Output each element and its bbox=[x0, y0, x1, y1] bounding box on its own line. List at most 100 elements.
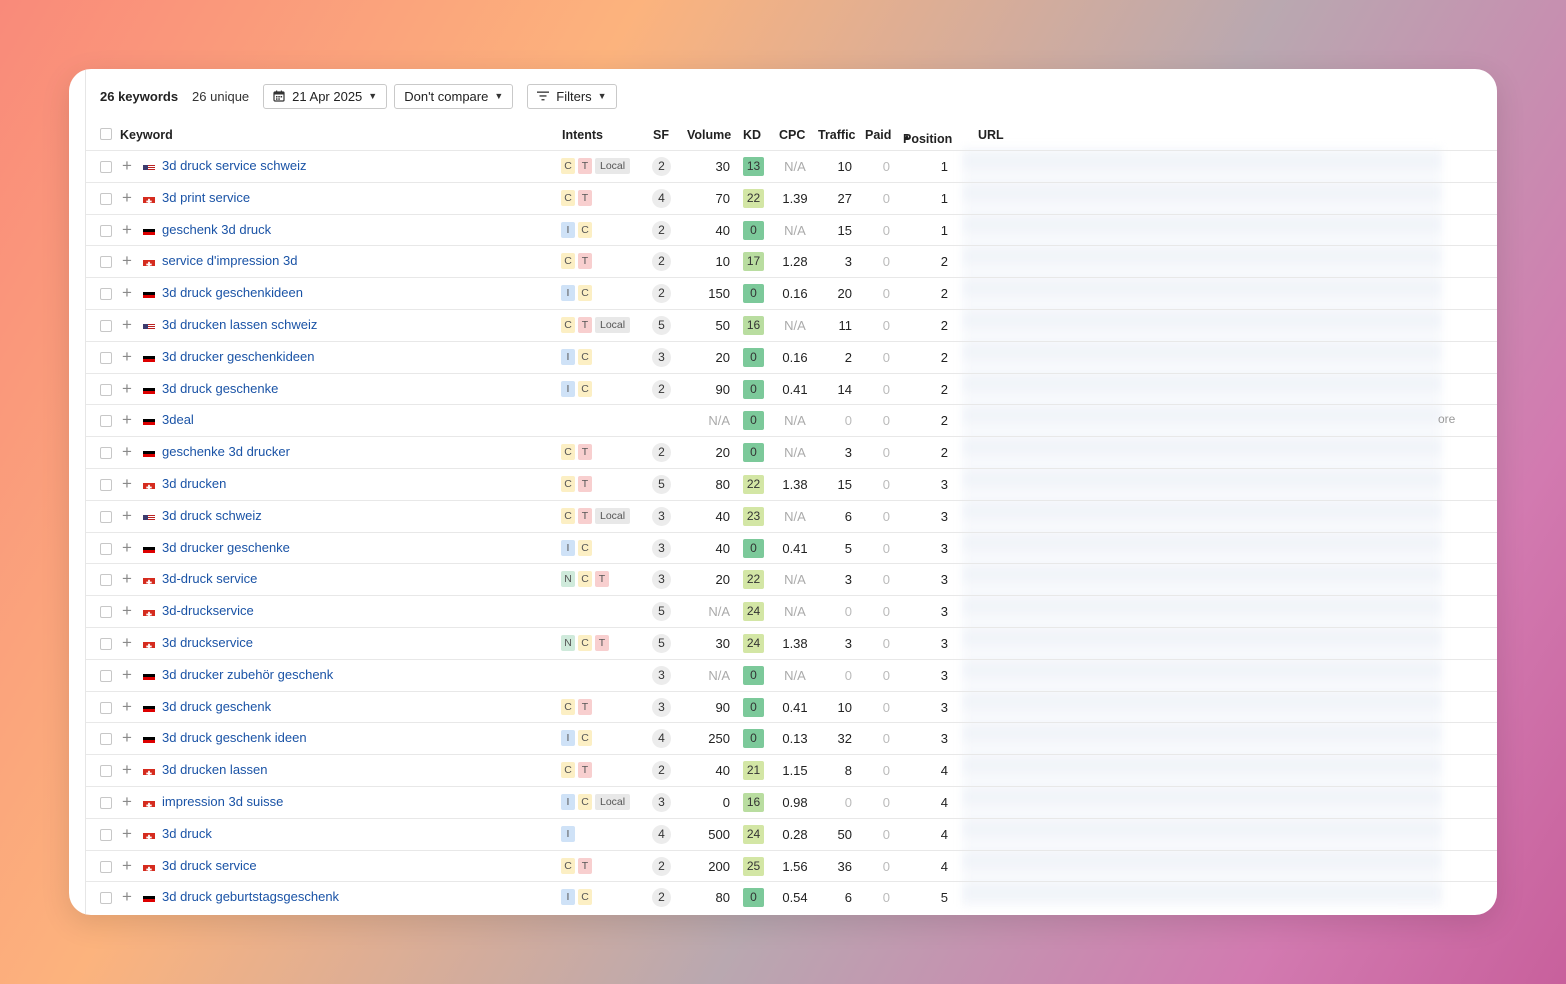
row-checkbox[interactable] bbox=[100, 574, 112, 587]
keyword-link[interactable]: geschenke 3d drucker bbox=[162, 444, 290, 459]
keyword-link[interactable]: 3d-druckservice bbox=[162, 603, 254, 618]
date-picker-button[interactable]: 21 Apr 2025 ▼ bbox=[263, 83, 388, 109]
serp-features-count[interactable]: 3 bbox=[652, 570, 671, 590]
add-keyword-icon[interactable]: + bbox=[122, 665, 132, 685]
row-checkbox[interactable] bbox=[100, 606, 112, 619]
add-keyword-icon[interactable]: + bbox=[122, 697, 132, 717]
column-intents[interactable]: Intents bbox=[562, 128, 603, 142]
add-keyword-icon[interactable]: + bbox=[122, 251, 132, 271]
serp-features-count[interactable]: 4 bbox=[652, 188, 671, 208]
serp-features-count[interactable]: 2 bbox=[652, 220, 671, 240]
add-keyword-icon[interactable]: + bbox=[122, 633, 132, 653]
column-url[interactable]: URL bbox=[978, 128, 1004, 142]
add-keyword-icon[interactable]: + bbox=[122, 728, 132, 748]
serp-features-count[interactable]: 5 bbox=[652, 316, 671, 335]
keyword-link[interactable]: 3d drucker geschenke bbox=[162, 540, 290, 555]
keyword-link[interactable]: service d'impression 3d bbox=[162, 253, 297, 268]
add-keyword-icon[interactable]: + bbox=[122, 856, 132, 876]
serp-features-count[interactable]: 2 bbox=[652, 252, 671, 272]
serp-features-count[interactable]: 2 bbox=[652, 379, 671, 399]
add-keyword-icon[interactable]: + bbox=[122, 442, 132, 462]
serp-features-count[interactable]: 3 bbox=[652, 697, 671, 717]
row-checkbox[interactable] bbox=[100, 161, 112, 173]
row-checkbox[interactable] bbox=[100, 415, 112, 428]
row-checkbox[interactable] bbox=[100, 224, 112, 237]
serp-features-count[interactable]: 5 bbox=[652, 602, 671, 622]
row-checkbox[interactable] bbox=[100, 447, 112, 460]
keyword-link[interactable]: 3deal bbox=[162, 412, 194, 427]
column-traffic[interactable]: Traffic bbox=[818, 128, 856, 142]
serp-features-count[interactable]: 2 bbox=[652, 888, 671, 908]
serp-features-count[interactable]: 3 bbox=[652, 347, 671, 367]
add-keyword-icon[interactable]: + bbox=[122, 538, 132, 558]
row-checkbox[interactable] bbox=[100, 638, 112, 650]
row-checkbox[interactable] bbox=[100, 542, 112, 555]
serp-features-count[interactable]: 3 bbox=[652, 793, 671, 812]
serp-features-count[interactable]: 2 bbox=[652, 856, 671, 876]
add-keyword-icon[interactable]: + bbox=[122, 410, 132, 430]
add-keyword-icon[interactable]: + bbox=[122, 379, 132, 399]
add-keyword-icon[interactable]: + bbox=[122, 569, 132, 589]
keyword-link[interactable]: geschenk 3d druck bbox=[162, 222, 271, 237]
row-checkbox[interactable] bbox=[100, 256, 112, 269]
keyword-link[interactable]: 3d druck schweiz bbox=[162, 508, 262, 523]
keyword-link[interactable]: 3d drucken bbox=[162, 476, 226, 491]
keyword-link[interactable]: 3d druck geschenkideen bbox=[162, 285, 303, 300]
keyword-link[interactable]: 3d drucken lassen bbox=[162, 762, 268, 777]
row-checkbox[interactable] bbox=[100, 892, 112, 905]
keyword-link[interactable]: 3d-druck service bbox=[162, 571, 257, 586]
add-keyword-icon[interactable]: + bbox=[122, 760, 132, 780]
column-volume[interactable]: Volume bbox=[687, 128, 731, 142]
add-keyword-icon[interactable]: + bbox=[122, 824, 132, 844]
compare-dropdown[interactable]: Don't compare ▼ bbox=[394, 83, 514, 109]
column-kd[interactable]: KD bbox=[743, 128, 761, 142]
row-checkbox[interactable] bbox=[100, 510, 112, 523]
add-keyword-icon[interactable]: + bbox=[122, 315, 132, 335]
keyword-link[interactable]: 3d druck bbox=[162, 826, 212, 841]
add-keyword-icon[interactable]: + bbox=[122, 283, 132, 303]
row-checkbox[interactable] bbox=[100, 701, 112, 714]
row-checkbox[interactable] bbox=[100, 733, 112, 746]
select-all-checkbox[interactable] bbox=[100, 128, 112, 140]
row-checkbox[interactable] bbox=[100, 288, 112, 301]
serp-features-count[interactable]: 3 bbox=[652, 665, 671, 685]
keyword-link[interactable]: 3d druck geschenk bbox=[162, 699, 271, 714]
row-checkbox[interactable] bbox=[100, 765, 112, 778]
serp-features-count[interactable]: 3 bbox=[652, 538, 671, 558]
column-cpc[interactable]: CPC bbox=[779, 128, 805, 142]
keyword-link[interactable]: 3d druck geschenke bbox=[162, 381, 278, 396]
row-checkbox[interactable] bbox=[100, 860, 112, 873]
serp-features-count[interactable]: 2 bbox=[652, 761, 671, 781]
keyword-link[interactable]: 3d print service bbox=[162, 190, 250, 205]
add-keyword-icon[interactable]: + bbox=[122, 792, 132, 812]
add-keyword-icon[interactable]: + bbox=[122, 156, 132, 176]
serp-features-count[interactable]: 5 bbox=[652, 475, 671, 494]
add-keyword-icon[interactable]: + bbox=[122, 506, 132, 526]
column-sf[interactable]: SF bbox=[653, 128, 669, 142]
serp-features-count[interactable]: 3 bbox=[652, 506, 671, 526]
row-checkbox[interactable] bbox=[100, 320, 112, 332]
keyword-link[interactable]: 3d drucker zubehör geschenk bbox=[162, 667, 333, 682]
keyword-link[interactable]: 3d drucken lassen schweiz bbox=[162, 317, 317, 332]
add-keyword-icon[interactable]: + bbox=[122, 220, 132, 240]
serp-features-count[interactable]: 2 bbox=[652, 443, 671, 463]
keyword-link[interactable]: 3d druckservice bbox=[162, 635, 253, 650]
row-checkbox[interactable] bbox=[100, 192, 112, 205]
serp-features-count[interactable]: 2 bbox=[652, 157, 671, 176]
keyword-link[interactable]: 3d druck service schweiz bbox=[162, 158, 307, 173]
filters-button[interactable]: Filters ▼ bbox=[527, 83, 617, 109]
column-paid[interactable]: Paid bbox=[865, 128, 891, 142]
row-checkbox[interactable] bbox=[100, 479, 112, 491]
row-checkbox[interactable] bbox=[100, 669, 112, 682]
serp-features-count[interactable]: 5 bbox=[652, 634, 671, 653]
keyword-link[interactable]: 3d druck service bbox=[162, 858, 257, 873]
row-checkbox[interactable] bbox=[100, 351, 112, 364]
add-keyword-icon[interactable]: + bbox=[122, 601, 132, 621]
column-keyword[interactable]: Keyword bbox=[120, 128, 173, 142]
serp-features-count[interactable]: 2 bbox=[652, 284, 671, 304]
keyword-link[interactable]: 3d drucker geschenkideen bbox=[162, 349, 315, 364]
add-keyword-icon[interactable]: + bbox=[122, 887, 132, 907]
keyword-link[interactable]: impression 3d suisse bbox=[162, 794, 283, 809]
row-checkbox[interactable] bbox=[100, 828, 112, 841]
keyword-link[interactable]: 3d druck geburtstagsgeschenk bbox=[162, 889, 339, 904]
